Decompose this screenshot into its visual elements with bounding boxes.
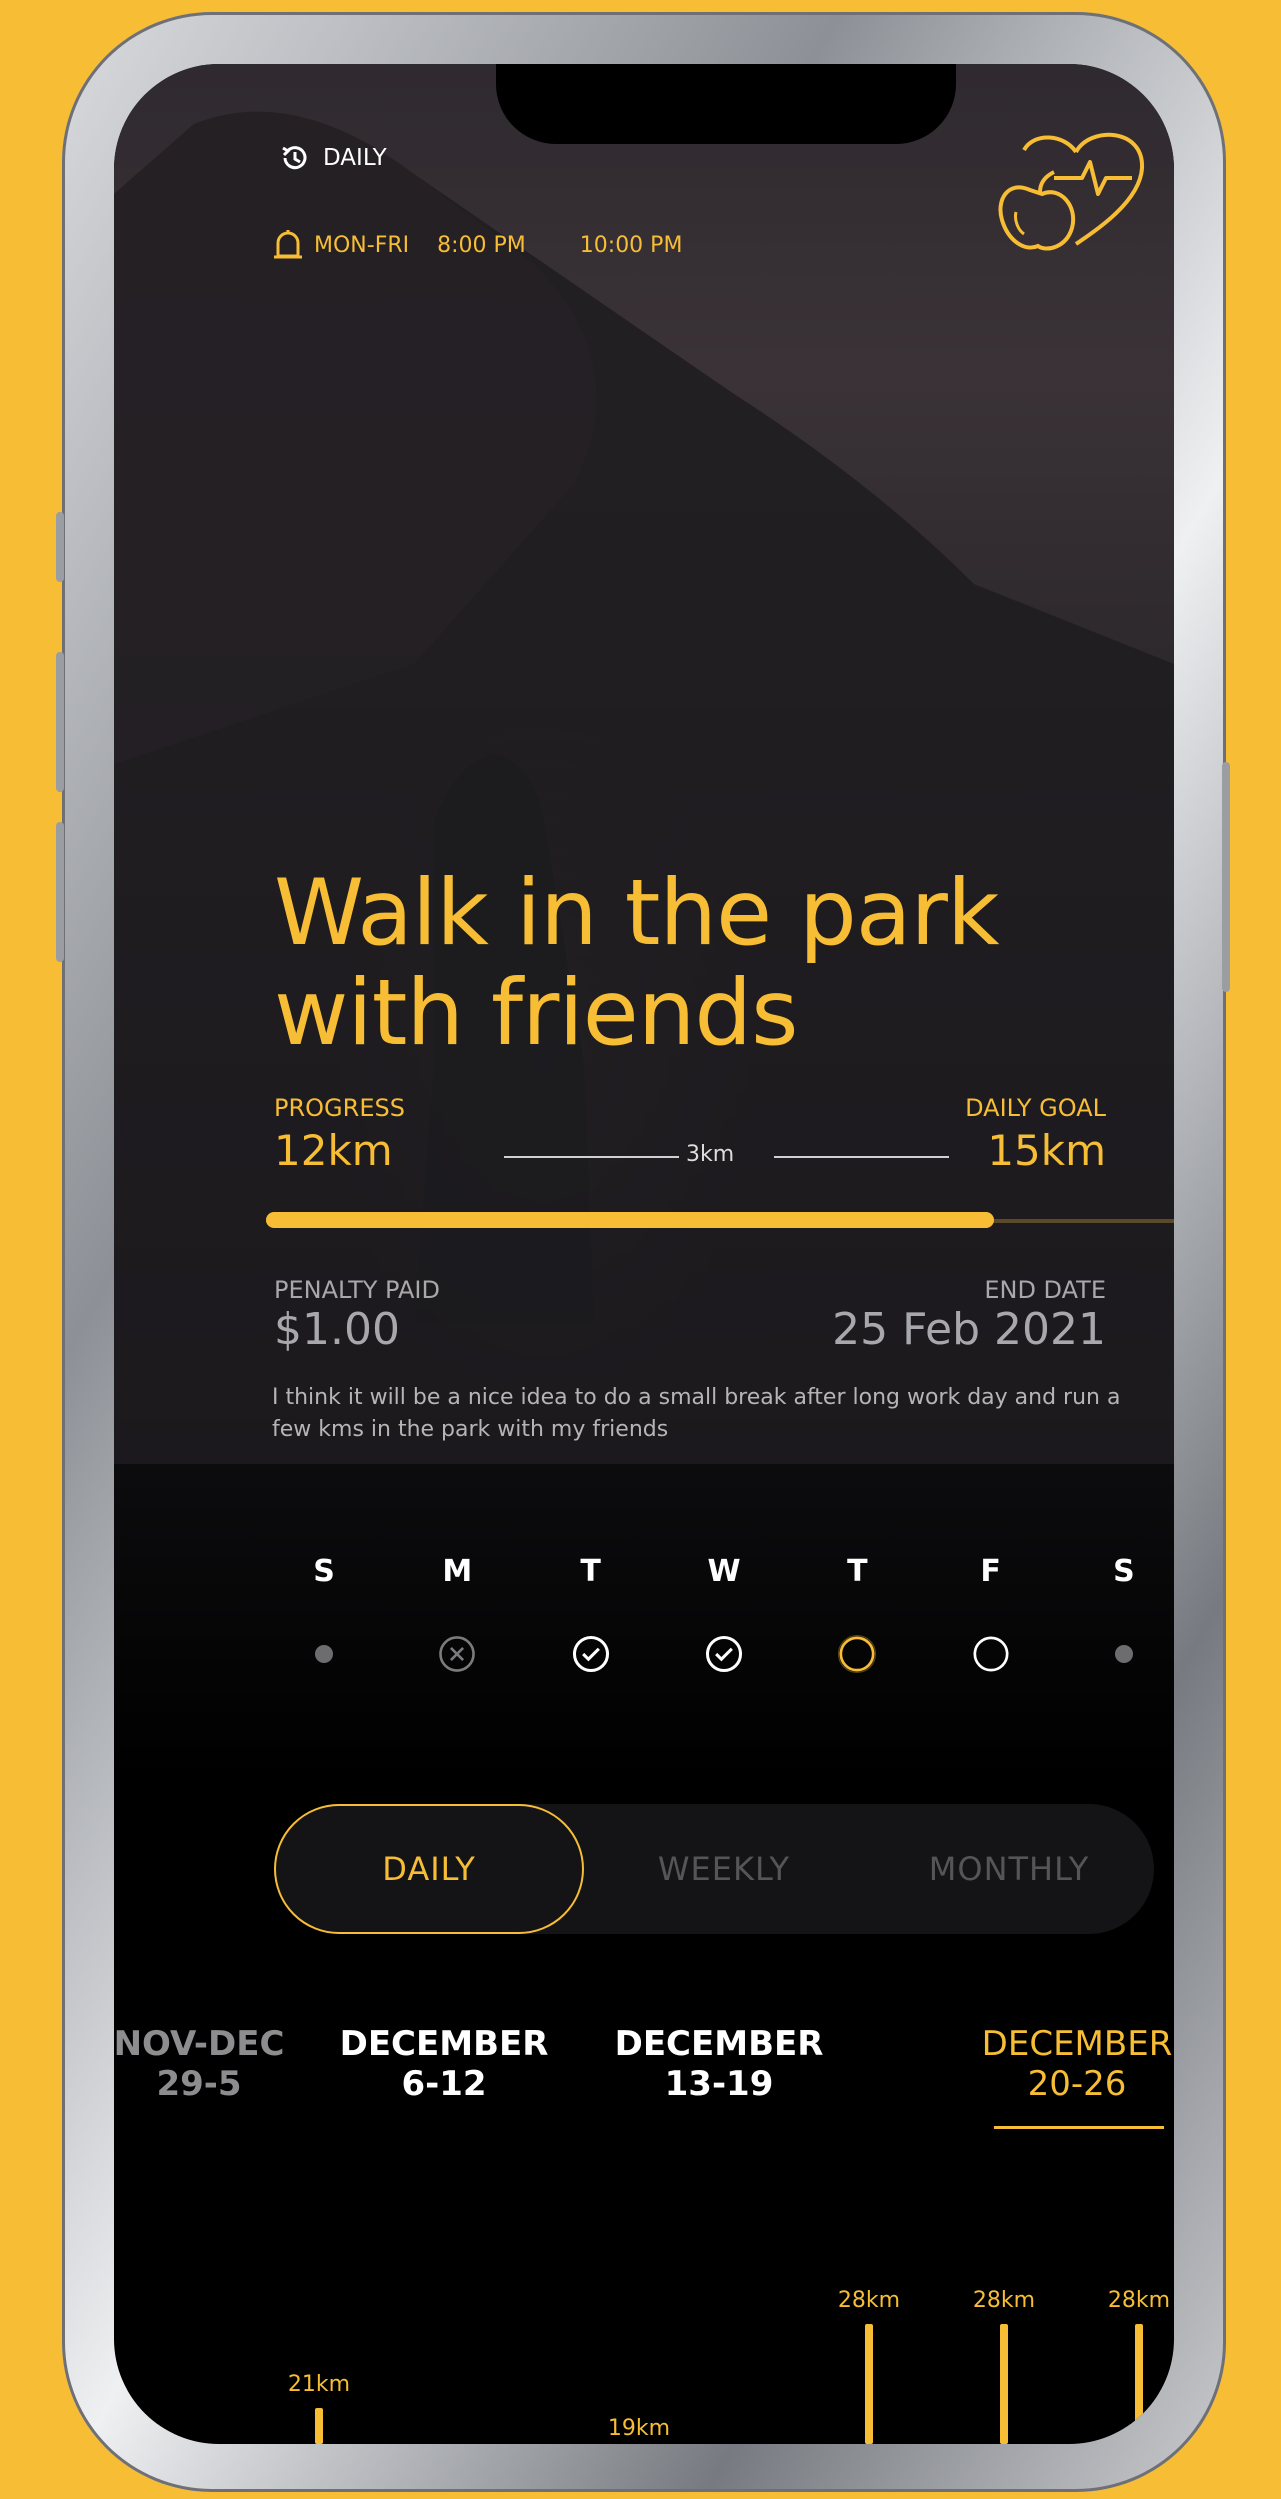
power-button bbox=[1222, 762, 1230, 992]
weekday-letter: T bbox=[847, 1554, 868, 1589]
mountain-silhouette bbox=[114, 111, 1174, 1464]
week-range: 29-5 bbox=[156, 2064, 242, 2104]
progress-bar-fill bbox=[266, 1212, 994, 1228]
goal-title-line2: with friends bbox=[274, 961, 799, 1066]
schedule-end: 10:00 PM bbox=[579, 232, 683, 258]
day-status-done[interactable] bbox=[571, 1629, 611, 1679]
week-item-selected[interactable]: DECEMBER 20-26 bbox=[957, 2024, 1174, 2104]
schedule-start: 8:00 PM bbox=[437, 232, 526, 258]
period-segmented-control: DAILY WEEKLY MONTHLY bbox=[274, 1804, 1154, 1934]
week-month: DECEMBER bbox=[614, 2024, 824, 2064]
weekday-letter: W bbox=[707, 1554, 741, 1589]
week-month: DECEMBER bbox=[981, 2024, 1173, 2064]
day-status-missed[interactable] bbox=[437, 1629, 477, 1679]
phone-frame: DAILY MON-FRI 8:00 PM 10:00 PM Walk in t… bbox=[56, 12, 1230, 2492]
tab-weekly[interactable]: WEEKLY bbox=[594, 1804, 854, 1934]
progress-label: PROGRESS bbox=[274, 1094, 405, 1122]
penalty-label: PENALTY PAID bbox=[274, 1276, 440, 1304]
mute-switch bbox=[56, 512, 64, 582]
tab-monthly[interactable]: MONTHLY bbox=[874, 1804, 1144, 1934]
weekday-letter: S bbox=[1113, 1554, 1135, 1589]
chart-bar-label: 28km bbox=[972, 2288, 1036, 2313]
week-range: 13-19 bbox=[664, 2064, 774, 2104]
chart-bar[interactable] bbox=[1000, 2324, 1008, 2444]
progress-value: 12km bbox=[274, 1126, 393, 1175]
heart-apple-logo-icon[interactable] bbox=[994, 120, 1159, 260]
repeat-indicator[interactable]: DAILY bbox=[279, 142, 387, 174]
weekday-letter: M bbox=[442, 1554, 473, 1589]
ring-icon-today bbox=[838, 1634, 877, 1674]
weekday-letter: F bbox=[980, 1554, 1001, 1589]
goal-title: Walk in the park with friends bbox=[274, 864, 1094, 1064]
remaining-line-right bbox=[774, 1156, 949, 1158]
penalty-value: $1.00 bbox=[274, 1304, 400, 1355]
week-range: 6-12 bbox=[401, 2064, 487, 2104]
weekday-letter: S bbox=[313, 1554, 335, 1589]
phone-notch bbox=[496, 64, 956, 144]
weekday-letter: T bbox=[580, 1554, 601, 1589]
schedule-days: MON-FRI bbox=[314, 232, 410, 258]
day-status-done[interactable] bbox=[704, 1629, 744, 1679]
week-month: DECEMBER bbox=[339, 2024, 549, 2064]
dot-icon bbox=[1114, 1645, 1133, 1663]
end-date-label: END DATE bbox=[984, 1276, 1106, 1304]
x-circle-icon bbox=[439, 1636, 476, 1672]
day-status-inactive[interactable] bbox=[304, 1629, 344, 1679]
goal-title-line1: Walk in the park bbox=[274, 861, 1000, 966]
history-icon bbox=[282, 146, 307, 170]
check-circle-icon bbox=[705, 1635, 743, 1673]
chart-bar[interactable] bbox=[865, 2324, 873, 2444]
daily-goal-label: DAILY GOAL bbox=[965, 1094, 1106, 1122]
app-screen: DAILY MON-FRI 8:00 PM 10:00 PM Walk in t… bbox=[114, 64, 1174, 2444]
volume-up-button bbox=[56, 652, 64, 792]
ring-icon bbox=[973, 1636, 1009, 1672]
selected-week-underline bbox=[994, 2126, 1164, 2129]
remaining-value: 3km bbox=[686, 1142, 735, 1167]
daily-goal-value: 15km bbox=[987, 1126, 1106, 1175]
day-status-upcoming[interactable] bbox=[971, 1629, 1011, 1679]
day-status-inactive[interactable] bbox=[1104, 1629, 1144, 1679]
week-range: 20-26 bbox=[1027, 2064, 1127, 2104]
week-item[interactable]: DECEMBER 6-12 bbox=[324, 2024, 564, 2104]
week-item[interactable]: DECEMBER 13-19 bbox=[599, 2024, 839, 2104]
chart-bar-label: 21km bbox=[287, 2372, 351, 2397]
weekday-letters: S M T W T F S bbox=[304, 1554, 1144, 1594]
distance-bar-chart: 21km 19km 28km 28km 28km bbox=[114, 2254, 1174, 2444]
schedule-row[interactable]: MON-FRI 8:00 PM 10:00 PM bbox=[272, 226, 682, 264]
chart-bar-label: 28km bbox=[837, 2288, 901, 2313]
bell-icon bbox=[274, 230, 302, 259]
remaining-line-left bbox=[504, 1156, 679, 1158]
goal-description: I think it will be a nice idea to do a s… bbox=[272, 1385, 1121, 1442]
weekday-status-row bbox=[304, 1629, 1144, 1679]
repeat-label: DAILY bbox=[323, 145, 387, 171]
tab-daily[interactable]: DAILY bbox=[274, 1804, 584, 1934]
chart-bar[interactable] bbox=[315, 2408, 323, 2444]
chart-bar[interactable] bbox=[1135, 2324, 1143, 2444]
day-status-today[interactable] bbox=[837, 1629, 877, 1679]
week-item[interactable]: NOV-DEC 29-5 bbox=[114, 2024, 304, 2104]
check-circle-icon bbox=[572, 1635, 609, 1673]
chart-bar-label: 28km bbox=[1107, 2288, 1171, 2313]
chart-bar-label: 19km bbox=[607, 2416, 671, 2441]
volume-down-button bbox=[56, 822, 64, 962]
end-date-value: 25 Feb 2021 bbox=[832, 1304, 1106, 1355]
dot-icon bbox=[315, 1645, 333, 1663]
week-month: NOV-DEC bbox=[114, 2024, 285, 2064]
